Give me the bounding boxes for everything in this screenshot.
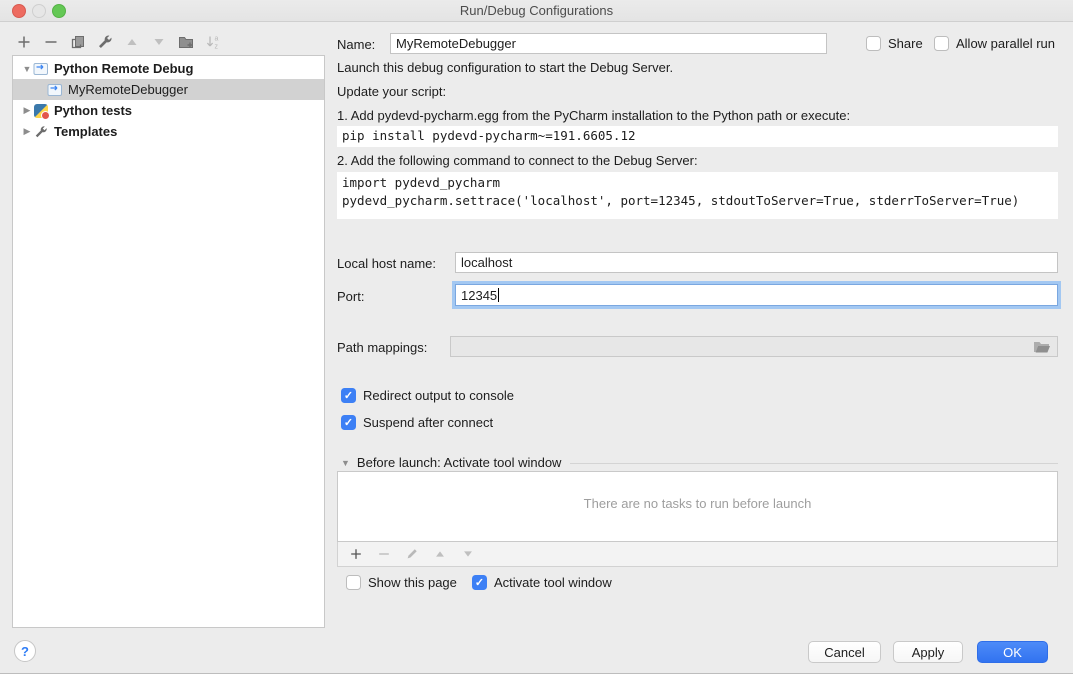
code-line-1: import pydevd_pycharm <box>342 175 500 190</box>
run-debug-configurations-dialog: Run/Debug Configurations a z <box>0 0 1073 674</box>
step1-text: 1. Add pydevd-pycharm.egg from the PyCha… <box>337 108 850 123</box>
templates-wrench-icon <box>33 125 49 139</box>
edit-task-pencil-icon <box>404 546 420 562</box>
remote-debug-config-icon <box>33 62 49 76</box>
suspend-after-connect-checkbox[interactable] <box>341 415 356 430</box>
remove-task-icon <box>376 546 392 562</box>
add-configuration-icon[interactable] <box>16 34 32 50</box>
move-up-icon <box>124 34 140 50</box>
chevron-right-icon[interactable] <box>21 126 33 137</box>
before-launch-section-header[interactable]: Before launch: Activate tool window <box>341 455 561 470</box>
settrace-code-block: import pydevd_pycharm pydevd_pycharm.sett… <box>337 172 1058 219</box>
name-label: Name: <box>337 37 375 52</box>
suspend-after-connect-row: Suspend after connect <box>341 415 493 430</box>
activate-tool-window-row: Activate tool window <box>472 575 612 590</box>
remove-configuration-icon[interactable] <box>43 34 59 50</box>
section-separator <box>570 463 1058 464</box>
tree-item-myremotedebugger[interactable]: MyRemoteDebugger <box>13 79 324 100</box>
ok-button[interactable]: OK <box>977 641 1048 663</box>
edit-defaults-wrench-icon[interactable] <box>97 34 113 50</box>
svg-text:a: a <box>215 36 219 43</box>
name-input[interactable] <box>390 33 827 54</box>
share-label: Share <box>888 36 923 51</box>
tree-item-python-tests[interactable]: Python tests <box>13 100 324 121</box>
allow-parallel-run-label: Allow parallel run <box>956 36 1055 51</box>
help-button[interactable]: ? <box>14 640 36 662</box>
chevron-down-icon <box>341 458 350 468</box>
port-input[interactable]: 12345 <box>455 284 1058 306</box>
before-launch-toolbar <box>337 542 1058 567</box>
add-task-icon[interactable] <box>348 546 364 562</box>
browse-folder-icon[interactable] <box>1033 340 1051 354</box>
redirect-output-checkbox[interactable] <box>341 388 356 403</box>
tree-item-label: Python tests <box>54 103 132 118</box>
remote-debug-config-icon <box>47 83 63 97</box>
pip-install-code-block: pip install pydevd-pycharm~=191.6605.12 <box>337 126 1058 147</box>
allow-parallel-run-checkbox[interactable] <box>934 36 949 51</box>
show-this-page-checkbox[interactable] <box>346 575 361 590</box>
code-line-2: pydevd_pycharm.settrace('localhost', por… <box>342 193 1019 208</box>
local-host-name-input[interactable] <box>455 252 1058 273</box>
path-mappings-label: Path mappings: <box>337 340 427 355</box>
copy-configuration-icon[interactable] <box>70 34 86 50</box>
step2-text: 2. Add the following command to connect … <box>337 153 698 168</box>
tree-item-templates[interactable]: Templates <box>13 121 324 142</box>
port-label: Port: <box>337 289 364 304</box>
tree-item-label: Templates <box>54 124 117 139</box>
suspend-after-connect-label: Suspend after connect <box>363 415 493 430</box>
window-title: Run/Debug Configurations <box>0 3 1073 18</box>
cancel-button[interactable]: Cancel <box>808 641 881 663</box>
configurations-toolbar: a z <box>16 32 221 52</box>
python-tests-icon <box>34 104 48 118</box>
chevron-right-icon[interactable] <box>21 105 33 116</box>
show-this-page-row: Show this page <box>346 575 457 590</box>
allow-parallel-run-checkbox-row: Allow parallel run <box>934 36 1055 51</box>
no-tasks-text: There are no tasks to run before launch <box>338 496 1057 511</box>
redirect-output-label: Redirect output to console <box>363 388 514 403</box>
sort-alphabetically-icon: a z <box>205 34 221 50</box>
tree-item-python-remote-debug[interactable]: Python Remote Debug <box>13 58 324 79</box>
before-launch-task-list: There are no tasks to run before launch <box>337 471 1058 542</box>
activate-tool-window-label: Activate tool window <box>494 575 612 590</box>
configurations-tree: Python Remote Debug MyRemoteDebugger Pyt… <box>12 55 325 628</box>
tree-item-label: Python Remote Debug <box>54 61 193 76</box>
move-task-up-icon <box>432 546 448 562</box>
svg-text:z: z <box>215 44 219 51</box>
port-value: 12345 <box>461 288 497 303</box>
share-checkbox-row: Share <box>866 36 923 51</box>
chevron-down-icon[interactable] <box>21 64 33 74</box>
tree-item-label: MyRemoteDebugger <box>68 82 188 97</box>
show-this-page-label: Show this page <box>368 575 457 590</box>
path-mappings-input[interactable] <box>450 336 1058 357</box>
new-folder-icon[interactable] <box>178 34 194 50</box>
before-launch-title: Before launch: Activate tool window <box>357 455 562 470</box>
activate-tool-window-checkbox[interactable] <box>472 575 487 590</box>
local-host-name-label: Local host name: <box>337 256 436 271</box>
apply-button[interactable]: Apply <box>893 641 963 663</box>
move-down-icon <box>151 34 167 50</box>
text-caret <box>498 288 499 302</box>
intro-text: Launch this debug configuration to start… <box>337 60 673 75</box>
redirect-output-row: Redirect output to console <box>341 388 514 403</box>
move-task-down-icon <box>460 546 476 562</box>
title-bar: Run/Debug Configurations <box>0 0 1073 22</box>
update-script-text: Update your script: <box>337 84 446 99</box>
share-checkbox[interactable] <box>866 36 881 51</box>
